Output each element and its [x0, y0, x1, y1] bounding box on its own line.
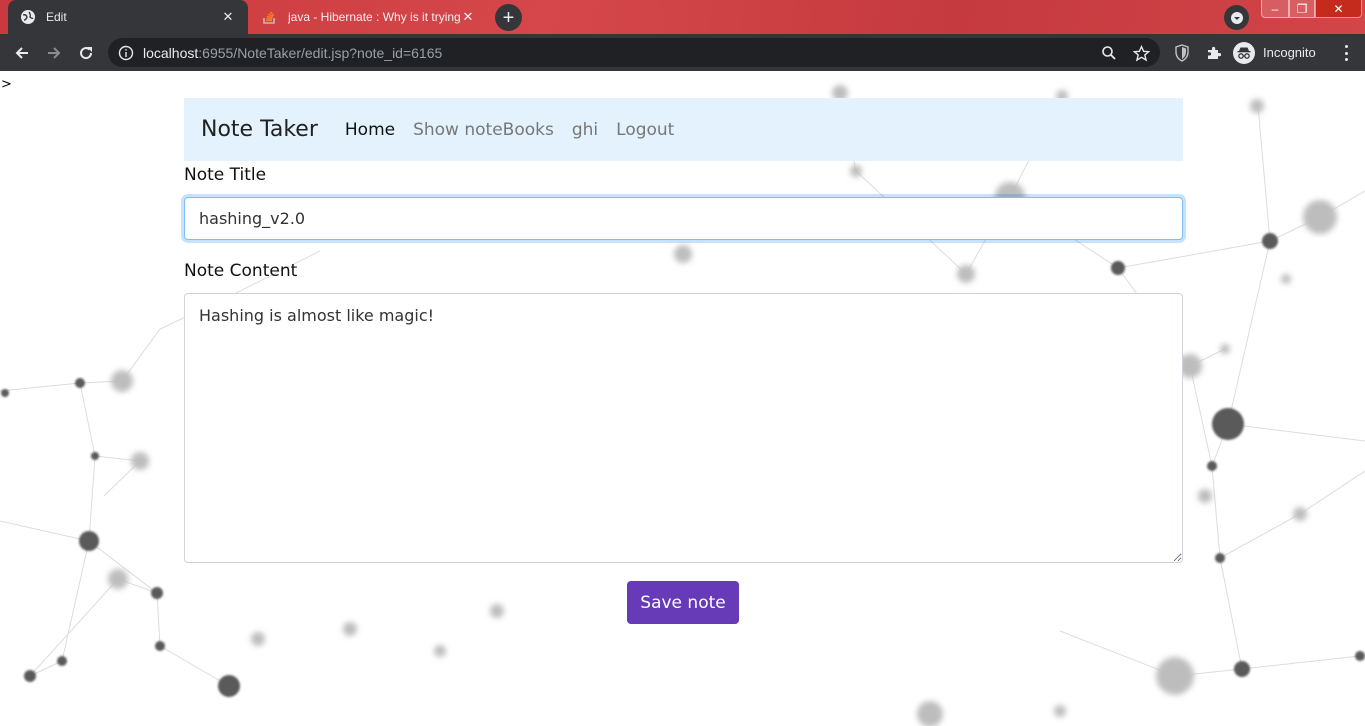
maximize-button[interactable]: ❐ [1289, 0, 1315, 18]
tab-title: Edit [46, 10, 67, 24]
incognito-indicator[interactable]: Incognito [1233, 40, 1316, 65]
reload-icon[interactable] [73, 40, 99, 66]
note-title-input[interactable] [184, 197, 1183, 240]
nav-home-link[interactable]: Home [345, 120, 395, 140]
url-path: :6955/NoteTaker/edit.jsp?note_id=6165 [198, 44, 443, 61]
note-content-textarea[interactable]: Hashing is almost like magic! [184, 293, 1183, 563]
back-arrow-icon[interactable] [9, 40, 35, 66]
close-window-button[interactable]: ✕ [1315, 0, 1362, 18]
brand-link[interactable]: Note Taker [201, 117, 318, 142]
info-icon[interactable] [118, 45, 134, 61]
incognito-label: Incognito [1263, 45, 1316, 60]
globe-icon [20, 9, 36, 25]
nav-logout-link[interactable]: Logout [616, 120, 674, 140]
new-tab-button[interactable]: + [495, 4, 522, 31]
incognito-icon [1233, 41, 1255, 64]
note-title-label: Note Title [184, 165, 267, 185]
tab-search-icon[interactable] [1224, 5, 1249, 30]
tab-stackoverflow[interactable]: java - Hibernate : Why is it trying ✕ [250, 0, 488, 34]
address-bar[interactable]: localhost:6955/NoteTaker/edit.jsp?note_i… [108, 38, 1160, 67]
bookmark-star-icon[interactable] [1132, 44, 1150, 62]
close-tab-icon[interactable]: ✕ [220, 9, 236, 25]
save-note-button[interactable]: Save note [627, 581, 739, 624]
stackoverflow-icon [262, 9, 278, 25]
zoom-icon[interactable] [1100, 44, 1118, 62]
tab-edit[interactable]: Edit ✕ [8, 0, 248, 34]
browser-toolbar: localhost:6955/NoteTaker/edit.jsp?note_i… [0, 34, 1365, 71]
app-navbar: Note Taker Home Show noteBooks ghi Logou… [184, 98, 1183, 161]
extensions-puzzle-icon[interactable] [1204, 43, 1224, 63]
close-tab-icon[interactable]: ✕ [460, 9, 476, 25]
nav-user-link[interactable]: ghi [572, 120, 598, 140]
url-host: localhost [143, 44, 199, 61]
nav-show-notebooks-link[interactable]: Show noteBooks [413, 120, 554, 140]
stray-text: > [1, 77, 12, 92]
page-content: > Note Taker Home Show noteBooks ghi Log… [0, 71, 1365, 726]
forward-arrow-icon[interactable] [41, 40, 67, 66]
browser-menu-icon[interactable] [1338, 43, 1354, 63]
tab-title: java - Hibernate : Why is it trying [288, 10, 460, 24]
minimize-button[interactable]: – [1261, 0, 1289, 18]
shield-icon[interactable] [1172, 43, 1192, 63]
note-content-label: Note Content [184, 261, 298, 281]
tab-strip: Edit ✕ java - Hibernate : Why is it tryi… [0, 0, 1365, 34]
